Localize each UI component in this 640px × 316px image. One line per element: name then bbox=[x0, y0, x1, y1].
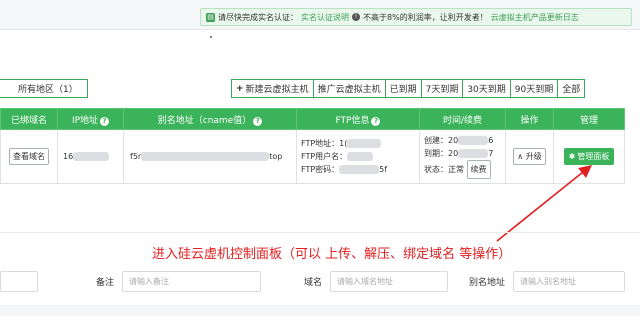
filter-30days-button[interactable]: 30天到期 bbox=[462, 79, 511, 98]
manage-panel-label: 管理面板 bbox=[577, 152, 610, 161]
notice-text: 请尽快完成实名认证： bbox=[218, 12, 298, 22]
alias-suffix: top bbox=[269, 152, 283, 161]
divider bbox=[0, 232, 640, 233]
host-toolbar: + 新建云虚拟主机 推广云虚拟主机 已到期 7天到期 30天到期 90天到期 全部 bbox=[231, 79, 586, 98]
upgrade-button[interactable]: ∧ 升级 bbox=[513, 148, 546, 165]
redacted-expire bbox=[458, 149, 489, 158]
help-icon[interactable]: ? bbox=[371, 116, 381, 126]
ftp-address-label: FTP地址： bbox=[301, 139, 340, 148]
dot bbox=[210, 36, 212, 38]
col-manage-label: 管理 bbox=[579, 115, 598, 126]
col-ftp-label: FTP信息 bbox=[335, 115, 370, 126]
created-label: 创建： bbox=[424, 136, 448, 145]
filter-90days-button[interactable]: 90天到期 bbox=[509, 79, 559, 98]
expire-label: 到期： bbox=[424, 149, 448, 158]
ftp-address-value: 1( bbox=[339, 139, 348, 148]
manage-cell: ✱ 管理面板 bbox=[553, 129, 625, 184]
col-bound-domain-label: 已绑域名 bbox=[10, 115, 47, 126]
redacted-ip bbox=[73, 152, 110, 161]
col-ip-label: IP地址 bbox=[71, 115, 99, 126]
verification-guide-link[interactable]: 实名认证说明 bbox=[301, 12, 349, 23]
partial-filter-input[interactable] bbox=[0, 271, 38, 292]
bottom-bar bbox=[0, 305, 640, 316]
created-value: 20 bbox=[448, 136, 459, 145]
redacted-ftp-user bbox=[347, 152, 374, 161]
annotation-text: 进入硅云虚机控制面板（可以 上传、解压、绑定域名 等操作） bbox=[152, 247, 512, 262]
new-host-label: 新建云虚拟主机 bbox=[245, 85, 309, 95]
redacted-alias bbox=[141, 152, 270, 161]
ftp-user-label: FTP用户名： bbox=[301, 152, 348, 161]
col-manage: 管理 bbox=[553, 108, 625, 130]
domain-filter: 域名 bbox=[304, 271, 449, 292]
ftp-password-suffix: 5f bbox=[379, 165, 388, 174]
col-time: 时间/续费 bbox=[419, 108, 506, 130]
expire-end: 7 bbox=[488, 149, 494, 158]
alias-value: f5r bbox=[130, 152, 142, 161]
table-header-row: 已绑域名 IP地址? 别名地址（cname值）? FTP信息? 时间/续费 操作… bbox=[0, 108, 625, 130]
promote-host-button[interactable]: 推广云虚拟主机 bbox=[312, 79, 386, 98]
remark-input[interactable] bbox=[122, 271, 262, 292]
help-icon[interactable]: ? bbox=[100, 116, 110, 126]
filter-expired-button[interactable]: 已到期 bbox=[384, 79, 422, 98]
notice-icon: ▤ bbox=[206, 12, 215, 22]
manage-panel-button[interactable]: ✱ 管理面板 bbox=[563, 148, 615, 165]
redacted-created bbox=[458, 136, 489, 145]
col-ops: 操作 bbox=[505, 108, 554, 130]
col-time-label: 时间/续费 bbox=[442, 115, 483, 126]
col-alias: 别名地址（cname值）? bbox=[123, 108, 297, 130]
ops-cell: ∧ 升级 bbox=[505, 129, 554, 184]
domain-label: 域名 bbox=[304, 278, 323, 288]
ftp-password-label: FTP密码： bbox=[301, 165, 340, 174]
col-bound-domain: 已绑域名 bbox=[0, 108, 58, 130]
filter-fragment bbox=[0, 271, 38, 292]
notice-profit-text: 不高于8%的利润率，让利开发者！ bbox=[363, 12, 488, 22]
bound-domain-cell: 查看域名 bbox=[0, 129, 58, 184]
alias-label: 别名地址 bbox=[469, 278, 506, 288]
region-filter-button[interactable]: 所有地区（1） bbox=[0, 79, 88, 98]
time-cell: 创建：20 6 到期：20 7 状态：正常 续费 bbox=[419, 129, 506, 184]
chevron-up-icon: ∧ bbox=[517, 152, 524, 161]
alias-input[interactable] bbox=[513, 271, 626, 292]
redacted-ftp-address bbox=[347, 139, 382, 148]
filter-all-button[interactable]: 全部 bbox=[557, 79, 586, 98]
col-ip: IP地址? bbox=[57, 108, 124, 130]
col-alias-label: 别名地址（cname值） bbox=[157, 115, 252, 126]
remark-label: 备注 bbox=[96, 278, 115, 288]
ip-cell: 16 bbox=[57, 129, 124, 184]
status-value: 正常 bbox=[448, 165, 464, 174]
host-table: 已绑域名 IP地址? 别名地址（cname值）? FTP信息? 时间/续费 操作… bbox=[0, 108, 625, 184]
col-ops-label: 操作 bbox=[520, 115, 539, 126]
plus-icon: + bbox=[236, 83, 244, 94]
ftp-cell: FTP地址：1( FTP用户名： FTP密码： 5f bbox=[296, 129, 420, 184]
view-domain-button[interactable]: 查看域名 bbox=[9, 148, 49, 165]
created-end: 6 bbox=[488, 136, 494, 145]
changelog-link[interactable]: 云虚拟主机产品更新日志 bbox=[491, 12, 579, 23]
remark-filter: 备注 bbox=[96, 271, 262, 292]
ip-value: 16 bbox=[63, 152, 74, 161]
alias-cell: f5r top bbox=[123, 129, 297, 184]
redacted-ftp-password bbox=[339, 165, 380, 174]
help-icon[interactable]: ? bbox=[253, 116, 263, 126]
renew-button[interactable]: 续费 bbox=[466, 160, 491, 179]
table-row: 查看域名 16 f5r top FTP地址：1( FTP用户名： FTP密码： 5f… bbox=[0, 129, 625, 184]
domain-input[interactable] bbox=[330, 271, 449, 292]
alias-filter: 别名地址 bbox=[469, 271, 626, 292]
status-label: 状态： bbox=[424, 165, 448, 174]
new-host-button[interactable]: + 新建云虚拟主机 bbox=[231, 79, 314, 98]
filter-7days-button[interactable]: 7天到期 bbox=[420, 79, 464, 98]
col-ftp: FTP信息? bbox=[296, 108, 420, 130]
notice-banner: ▤ 请尽快完成实名认证： 实名认证说明 ! 不高于8%的利润率，让利开发者！ 云… bbox=[200, 8, 632, 26]
expire-value: 20 bbox=[448, 149, 459, 158]
gear-icon: ✱ bbox=[568, 152, 576, 161]
info-icon: ! bbox=[352, 13, 360, 21]
upgrade-label: 升级 bbox=[525, 152, 542, 161]
